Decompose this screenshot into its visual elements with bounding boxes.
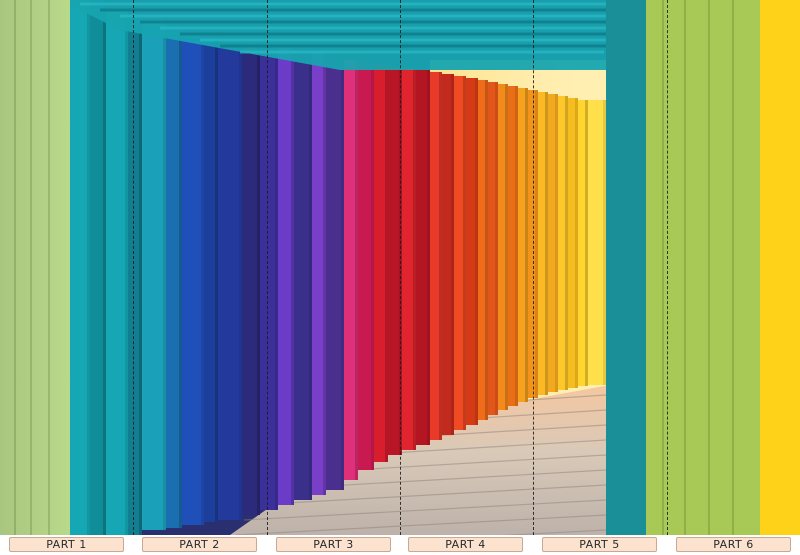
right-wall-plank-seam	[732, 0, 734, 535]
panel-label-3: PART 3	[276, 537, 391, 552]
tunnel-frame-slat-shadow	[515, 86, 518, 406]
tunnel-frame-slat-shadow	[535, 90, 538, 398]
tunnel-frame-slat-shadow	[103, 0, 106, 535]
tunnel-frame-slat-shadow	[565, 96, 568, 390]
tunnel-frame-slat-shadow	[475, 78, 478, 425]
panel-label-strip: PART 1 PART 2 PART 3 PART 4 PART 5 PART …	[0, 535, 800, 555]
tunnel-frame-slat-shadow	[555, 94, 558, 392]
tunnel-frame-slat-shadow	[355, 60, 358, 480]
tunnel-frame-slat-shadow	[139, 14, 142, 535]
right-wall-plank-seam	[708, 0, 710, 535]
tunnel-frame-slat-shadow	[125, 8, 128, 535]
tunnel-frame-slat-shadow	[505, 84, 508, 410]
tunnel-frame-slat-shadow	[341, 55, 344, 490]
tunnel-frame-slat	[142, 20, 166, 530]
right-yellow-wall	[760, 0, 800, 535]
tunnel-frame-slat-shadow	[439, 72, 442, 440]
tunnel-frame-slat	[182, 32, 204, 525]
tunnel-frame-slat-shadow	[495, 82, 498, 415]
tunnel-frame-slat-shadow	[201, 32, 204, 525]
tunnel-frame-slat-shadow	[309, 50, 312, 500]
tunnel-frame-slat-shadow	[291, 48, 294, 505]
tunnel-frame-slat-shadow	[385, 64, 388, 462]
tunnel-frame-slat-shadow	[239, 40, 242, 520]
panel-cut-line-4	[533, 0, 534, 535]
tunnel-frame-slat-shadow	[525, 88, 528, 402]
panel-cut-line-5	[667, 0, 668, 535]
tunnel-frame-slat-shadow	[585, 100, 588, 386]
panel-cut-line-3	[400, 0, 401, 535]
panel-label-2: PART 2	[142, 537, 257, 552]
tunnel-frame-slat-shadow	[179, 26, 182, 528]
tunnel-frame-slat	[106, 8, 128, 535]
tunnel-frame-slat-shadow	[87, 0, 90, 535]
right-teal-post	[606, 0, 646, 535]
tunnel-frame-slat-shadow	[371, 62, 374, 470]
panel-label-6: PART 6	[676, 537, 791, 552]
tunnel-frame-slat-shadow	[427, 70, 430, 445]
tunnel-frame-slat-shadow	[275, 46, 278, 510]
tunnel-frame-slat-shadow	[413, 68, 416, 450]
panel-label-4: PART 4	[408, 537, 523, 552]
right-wall-plank-seam	[662, 0, 664, 535]
panel-cut-line-2	[267, 0, 268, 535]
right-wall-plank-seam	[684, 0, 686, 535]
tunnel-frame-slat-shadow	[485, 80, 488, 420]
tunnel-frame-slat-shadow	[323, 52, 326, 495]
tunnel-frame-slat-shadow	[463, 76, 466, 430]
tunnel-frame-slat	[218, 40, 242, 520]
tunnel-frame-slat-shadow	[257, 44, 260, 515]
mural-preview: PART 1 PART 2 PART 3 PART 4 PART 5 PART …	[0, 0, 800, 555]
panel-label-5: PART 5	[542, 537, 657, 552]
tunnel-frame-slat-shadow	[603, 100, 606, 385]
panel-cut-line-1	[133, 0, 134, 535]
tunnel-frame-slat-shadow	[545, 92, 548, 395]
panel-label-1: PART 1	[9, 537, 124, 552]
tunnel-frame-slat-shadow	[575, 98, 578, 388]
tunnel-frame-slat-shadow	[215, 36, 218, 522]
left-wall-shade	[0, 0, 70, 535]
tunnel-frame-slat-shadow	[451, 74, 454, 435]
tunnel-frame-slat-shadow	[163, 20, 166, 530]
